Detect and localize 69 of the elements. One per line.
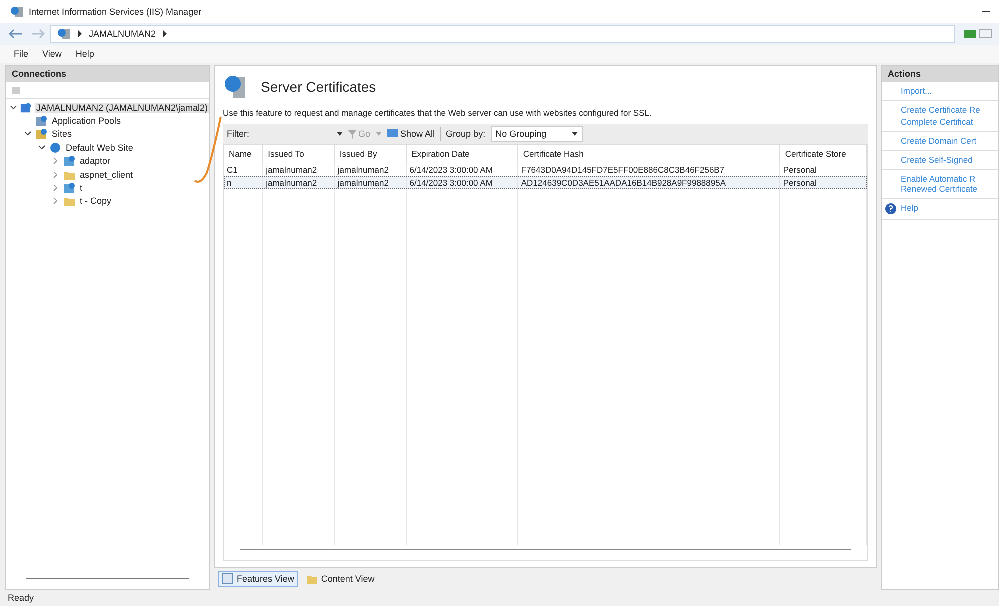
dropdown-icon[interactable]: [376, 132, 382, 136]
application-icon: [63, 155, 76, 168]
column-header[interactable]: Expiration Date: [406, 145, 518, 163]
funnel-icon: [348, 130, 356, 138]
chevron-icon[interactable]: [38, 144, 46, 152]
group-by-label: Group by:: [446, 129, 486, 139]
window-title: Internet Information Services (IIS) Manager: [29, 6, 202, 16]
breadcrumb[interactable]: JAMALNUMAN2: [89, 29, 156, 39]
action-link[interactable]: Create Self-Signed: [901, 155, 973, 165]
column-header[interactable]: Certificate Store: [780, 145, 866, 163]
server-icon: [57, 28, 71, 40]
table-cell: AD124639C0D3AE51AADA16B14B928A9F9988895A: [518, 176, 780, 189]
folder-icon: [306, 573, 318, 585]
tree-item[interactable]: aspnet_client: [79, 170, 134, 180]
table-cell: jamalnuman2: [262, 176, 334, 189]
connect-icon[interactable]: [10, 84, 22, 96]
column-header[interactable]: Issued To: [262, 145, 334, 163]
column-header[interactable]: Name: [224, 145, 263, 163]
folder-icon: [63, 195, 76, 208]
table-cell: jamalnuman2: [334, 176, 406, 189]
menu-item[interactable]: File: [14, 49, 29, 59]
view-tab[interactable]: Content View: [302, 571, 379, 587]
tree-item[interactable]: JAMALNUMAN2 (JAMALNUMAN2\jamal2): [35, 102, 209, 113]
dropdown-icon: [336, 132, 342, 136]
tree-item[interactable]: t: [79, 183, 84, 194]
table-cell: 6/14/2023 3:00:00 AM: [406, 176, 518, 189]
chevron-icon[interactable]: [10, 104, 18, 112]
chevron-icon[interactable]: [24, 130, 32, 138]
action-link[interactable]: Import...: [901, 86, 932, 96]
caret-icon: [77, 30, 83, 38]
caret-icon[interactable]: [162, 30, 168, 38]
table-cell: n: [224, 176, 263, 189]
group-by-dropdown[interactable]: No Grouping: [490, 126, 583, 142]
globe-icon: [49, 142, 62, 154]
menu-item[interactable]: View: [42, 49, 62, 59]
pen-stroke: [193, 115, 223, 185]
feature-title: Server Certificates: [261, 79, 376, 95]
action-link[interactable]: Enable Automatic R Renewed Certificate: [901, 174, 978, 194]
tree-item[interactable]: Application Pools: [51, 116, 122, 126]
action-link[interactable]: Create Domain Cert: [901, 136, 977, 146]
dropdown-icon: [572, 132, 578, 136]
column-header[interactable]: Issued By: [334, 145, 406, 163]
tree-item[interactable]: t - Copy: [79, 196, 113, 206]
tree-item[interactable]: Default Web Site: [65, 142, 134, 153]
tree-item[interactable]: Sites: [51, 129, 74, 140]
application-icon: [63, 182, 76, 194]
monitor-icon: [386, 129, 399, 139]
help-icon: [885, 203, 897, 215]
tree-item[interactable]: adaptor: [79, 156, 112, 166]
action-link[interactable]: Complete Certificat: [901, 117, 974, 127]
show-all-button[interactable]: Show All: [386, 129, 436, 139]
panel-header: Actions: [882, 66, 998, 82]
status-text: Ready: [8, 593, 34, 603]
app-icon: [10, 6, 24, 18]
sites-icon: [35, 128, 48, 140]
action-link[interactable]: Help: [901, 203, 918, 213]
address-bar[interactable]: JAMALNUMAN2: [50, 25, 955, 43]
view-tab[interactable]: Features View: [218, 571, 298, 587]
filter-label: Filter:: [227, 129, 250, 139]
panel-header: Connections: [6, 66, 209, 82]
column-header[interactable]: Certificate Hash: [518, 145, 780, 163]
feature-description: Use this feature to request and manage certificates that the Web server can use with websites configured for SSL.: [223, 108, 653, 118]
table-cell: Personal: [780, 176, 866, 189]
action-link[interactable]: Create Certificate Re: [901, 105, 980, 115]
menu-item[interactable]: Help: [76, 49, 94, 59]
pool-icon: [35, 115, 48, 128]
table-row[interactable]: n jamalnuman2 jamalnuman2 6/14/2023 3:00:00 AM AD124639C0D3AE51AADA16B14B928A9F9988895A Personal: [224, 176, 866, 189]
server-icon: [20, 102, 32, 114]
features-icon: [222, 573, 234, 585]
